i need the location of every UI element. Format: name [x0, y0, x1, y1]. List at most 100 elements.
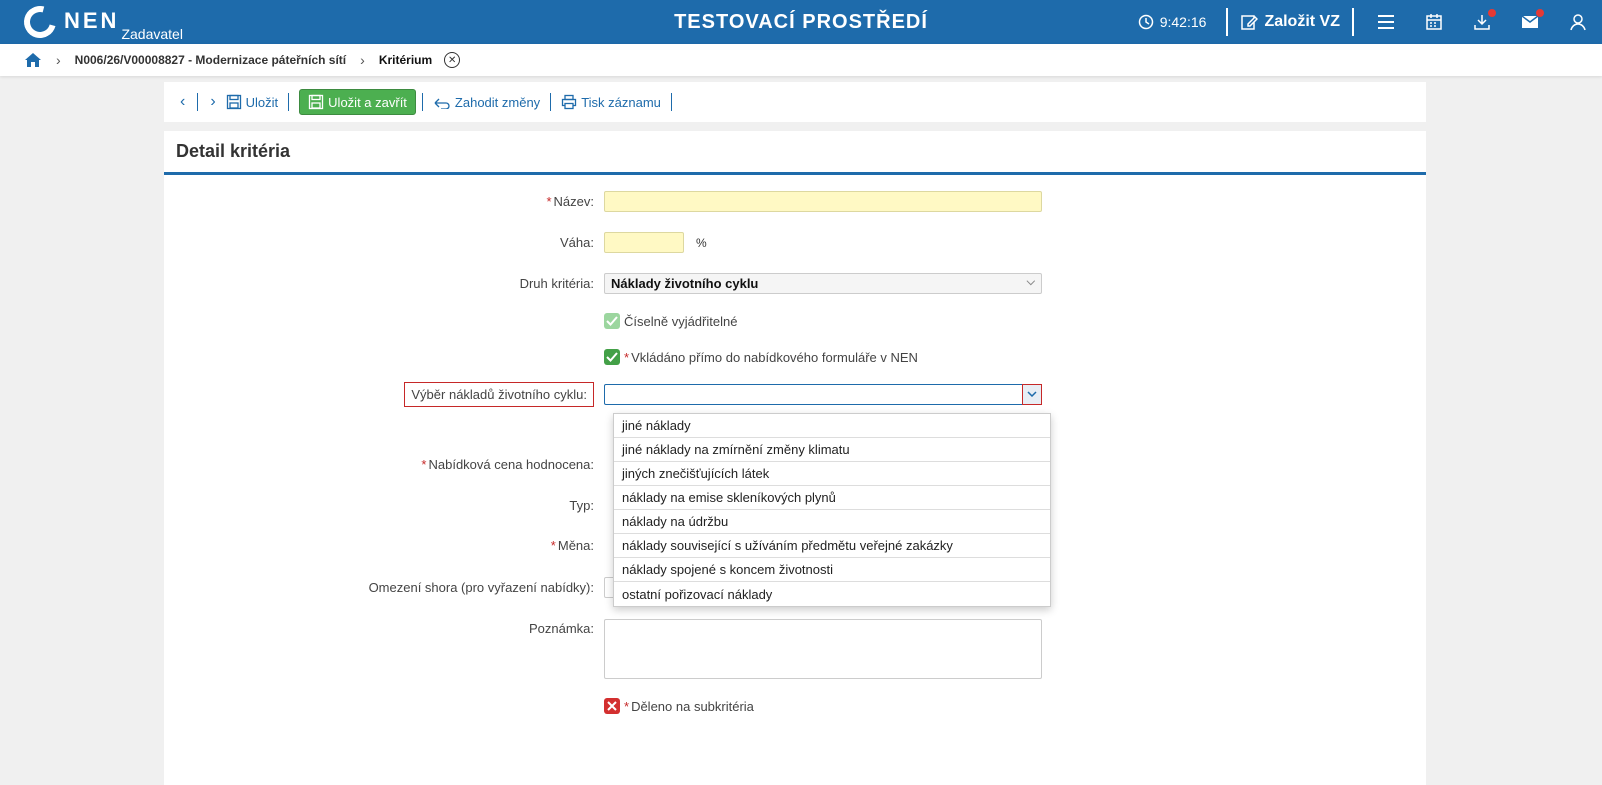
printer-icon	[562, 94, 577, 110]
breadcrumb-current: Kritérium	[378, 53, 433, 67]
undo-icon	[434, 98, 450, 109]
downloads-button[interactable]	[1458, 0, 1506, 44]
discard-changes-button[interactable]: Zahodit změny	[429, 95, 544, 110]
druh-value: Náklady životního cyklu	[611, 276, 759, 291]
next-record-button[interactable]: ›	[204, 93, 221, 111]
check-icon	[606, 316, 618, 326]
dropdown-option[interactable]: ostatní pořizovací náklady	[614, 582, 1050, 606]
ciselne-label: Číselně vyjádřitelné	[624, 313, 738, 329]
calendar-button[interactable]	[1410, 0, 1458, 44]
hamburger-icon	[1378, 15, 1394, 29]
save-and-close-label: Uložit a zavřít	[328, 94, 407, 110]
lifecycle-cost-dropdown: jiné náklady jiné náklady na zmírnění zm…	[613, 413, 1051, 607]
notification-dot	[1536, 9, 1544, 17]
dropdown-option[interactable]: náklady spojené s koncem životnosti	[614, 558, 1050, 582]
required-marker: *	[550, 538, 556, 553]
nazev-label-text: Název:	[553, 194, 594, 209]
menu-button[interactable]	[1362, 0, 1410, 44]
create-vz-button[interactable]: Založit VZ	[1240, 13, 1340, 31]
druh-select[interactable]: Náklady životního cyklu ⌵	[604, 273, 1042, 294]
omezeni-label: Omezení shora (pro vyřazení nabídky):	[368, 580, 594, 595]
clock-icon	[1138, 14, 1153, 30]
divider	[1226, 8, 1229, 36]
ciselne-checkbox[interactable]	[604, 313, 620, 329]
lifecycle-cost-label: Výběr nákladů životního cyklu:	[404, 381, 594, 407]
deleno-checkbox[interactable]	[604, 698, 620, 714]
dropdown-option[interactable]: jiných znečišťujících látek	[614, 462, 1050, 486]
print-record-label: Tisk záznamu	[581, 94, 661, 110]
discard-changes-label: Zahodit změny	[454, 94, 541, 110]
breadcrumb: › N006/26/V00008827 - Modernizace páteřn…	[0, 44, 1602, 76]
lifecycle-cost-combobox[interactable]	[604, 383, 1042, 405]
required-marker: *	[624, 349, 630, 365]
divider	[197, 93, 199, 111]
record-toolbar: ‹ › Uložit Uložit a zavřít Zahodit změny…	[164, 82, 1426, 122]
poznamka-label: Poznámka:	[528, 621, 594, 636]
vaha-label: Váha:	[560, 235, 594, 250]
cena-label-text: Nabídková cena hodnocena:	[428, 457, 594, 472]
dropdown-option[interactable]: náklady související s užíváním předmětu …	[614, 534, 1050, 558]
vkladano-checkbox[interactable]	[604, 349, 620, 365]
poznamka-textarea[interactable]	[604, 619, 1042, 679]
deleno-label: Děleno na subkritéria	[631, 698, 754, 714]
user-button[interactable]	[1554, 0, 1602, 44]
dropdown-option[interactable]: jiné náklady na zmírnění změny klimatu	[614, 438, 1050, 462]
chevron-down-icon	[1027, 391, 1037, 397]
breadcrumb-item-tender[interactable]: N006/26/V00008827 - Modernizace páteřníc…	[75, 53, 346, 67]
calendar-icon	[1426, 14, 1442, 30]
panel-title: Detail kritéria	[164, 131, 1426, 175]
nazev-input[interactable]	[604, 191, 1042, 212]
row-nazev: * Název:	[164, 191, 1426, 212]
save-label: Uložit	[245, 94, 279, 110]
row-vkladano: * Vkládáno přímo do nabídkového formulář…	[164, 349, 1426, 365]
chevron-right-icon: ›	[56, 52, 61, 68]
chevron-down-icon: ⌵	[1026, 276, 1035, 288]
vaha-unit: %	[696, 235, 707, 250]
vaha-input[interactable]	[604, 232, 684, 253]
vkladano-label: Vkládáno přímo do nabídkového formuláře …	[631, 349, 918, 365]
user-icon	[1570, 14, 1586, 31]
mena-label-text: Měna:	[557, 538, 594, 553]
divider	[550, 93, 552, 111]
session-clock: 9:42:16	[1138, 14, 1207, 30]
print-record-button[interactable]: Tisk záznamu	[557, 94, 665, 110]
clock-time: 9:42:16	[1159, 14, 1207, 30]
save-and-close-button[interactable]: Uložit a zavřít	[299, 89, 416, 115]
top-bar: NEN Zadavatel TESTOVACÍ PROSTŘEDÍ 9:42:1…	[0, 0, 1602, 44]
row-vaha: Váha: %	[164, 232, 1426, 253]
dropdown-option[interactable]: náklady na emise skleníkových plynů	[614, 486, 1050, 510]
check-icon	[606, 352, 618, 362]
notification-dot	[1488, 9, 1496, 17]
required-marker: *	[421, 457, 427, 472]
combobox-toggle-button[interactable]	[1022, 383, 1042, 405]
home-icon[interactable]	[24, 52, 42, 68]
row-ciselne: Číselně vyjádřitelné	[164, 313, 1426, 329]
top-right-toolbar: 9:42:16 Založit VZ	[1138, 0, 1602, 44]
mail-icon	[1521, 15, 1539, 28]
divider	[421, 93, 423, 111]
row-poznamka: Poznámka:	[164, 619, 1426, 679]
cross-icon	[607, 701, 617, 711]
divider	[1352, 8, 1354, 36]
row-lifecycle-cost: Výběr nákladů životního cyklu:	[164, 381, 1426, 407]
required-marker: *	[546, 194, 552, 209]
messages-button[interactable]	[1506, 0, 1554, 44]
row-druh: Druh kritéria: Náklady životního cyklu ⌵	[164, 273, 1426, 294]
required-marker: *	[624, 698, 630, 714]
save-button[interactable]: Uložit	[222, 94, 283, 110]
edit-icon	[1241, 15, 1259, 30]
druh-label: Druh kritéria:	[519, 276, 594, 291]
dropdown-option[interactable]: jiné náklady	[614, 414, 1050, 438]
nazev-label: * Název:	[164, 194, 604, 209]
mena-label: * Měna:	[164, 538, 604, 553]
create-vz-label: Založit VZ	[1264, 13, 1340, 30]
prev-record-button[interactable]: ‹	[174, 93, 191, 111]
chevron-right-icon: ›	[360, 52, 365, 68]
close-circle-icon[interactable]: ✕	[444, 52, 461, 68]
cena-label: * Nabídková cena hodnocena:	[164, 457, 604, 472]
dropdown-option[interactable]: náklady na údržbu	[614, 510, 1050, 534]
floppy-icon	[226, 94, 241, 110]
row-deleno: * Děleno na subkritéria	[164, 698, 1426, 714]
floppy-icon	[309, 94, 324, 110]
divider	[670, 93, 672, 111]
